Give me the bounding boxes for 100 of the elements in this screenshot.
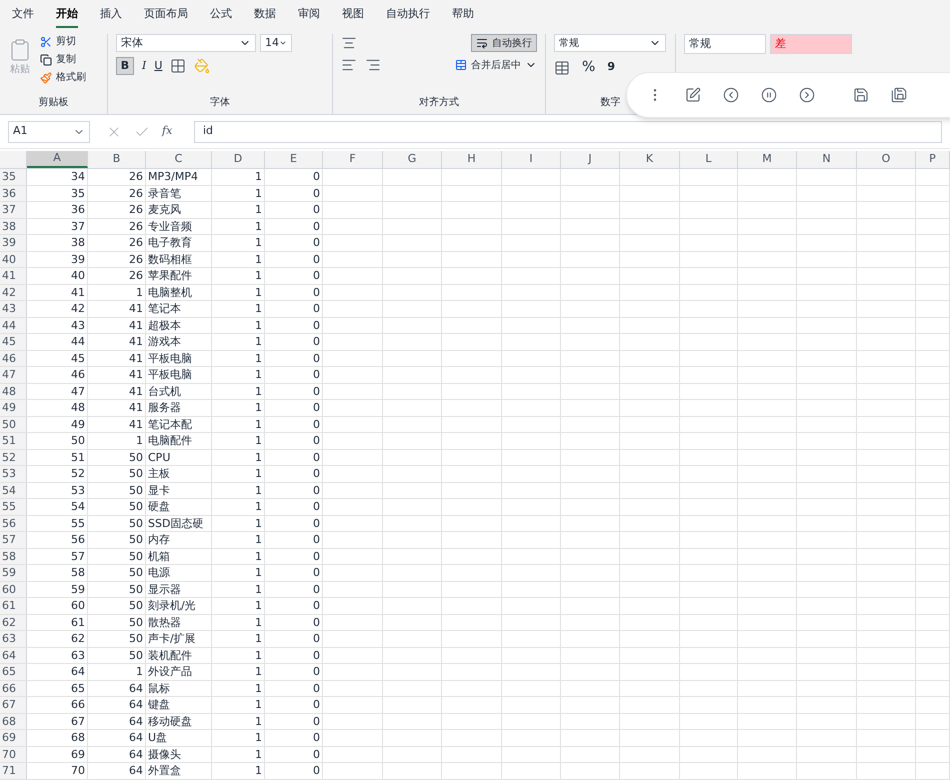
borders-icon[interactable] (170, 58, 186, 74)
number-format-dropdown[interactable]: 常规 (554, 34, 666, 52)
copy-button[interactable]: 复制 (40, 52, 86, 67)
row-header[interactable]: 61 (0, 598, 27, 614)
column-header[interactable]: E (265, 151, 323, 168)
row-header[interactable]: 57 (0, 532, 27, 548)
row-header[interactable]: 59 (0, 565, 27, 580)
align-icon[interactable] (341, 35, 357, 51)
column-header[interactable]: N (797, 151, 857, 168)
row-header[interactable]: 58 (0, 548, 27, 564)
row-header[interactable]: 45 (0, 334, 27, 350)
row-header[interactable]: 36 (0, 186, 27, 201)
row-header[interactable]: 64 (0, 648, 27, 663)
wrap-text-button[interactable]: 自动换行 (471, 34, 537, 52)
name-box[interactable]: A1 (8, 120, 90, 142)
column-header[interactable]: O (857, 151, 916, 168)
table-cell: 0 (313, 318, 320, 333)
row-header[interactable]: 52 (0, 450, 27, 465)
column-header[interactable]: J (561, 151, 620, 168)
column-header[interactable]: G (383, 151, 442, 168)
menu-tab[interactable]: 自动执行 (386, 2, 430, 28)
currency-icon[interactable] (554, 60, 570, 76)
row-header[interactable]: 37 (0, 202, 27, 218)
merge-center-button[interactable]: 合并后居中 (455, 58, 537, 72)
row-header[interactable]: 40 (0, 252, 27, 267)
row-header[interactable]: 68 (0, 714, 27, 729)
bold-button[interactable]: B (116, 57, 134, 75)
row-header[interactable]: 44 (0, 318, 27, 333)
row-header[interactable]: 47 (0, 367, 27, 382)
table-cell: 电脑配件 (148, 433, 192, 448)
percent-button[interactable]: % (582, 57, 596, 78)
table-cell: 64 (129, 730, 143, 746)
fill-color-icon[interactable] (194, 58, 210, 74)
row-header[interactable]: 48 (0, 384, 27, 399)
align-left-icon[interactable] (341, 57, 357, 73)
row-header[interactable]: 46 (0, 350, 27, 366)
table-cell: 41 (129, 367, 143, 382)
pause-icon[interactable] (761, 87, 777, 103)
menu-tab[interactable]: 数据 (254, 2, 276, 28)
row-header[interactable]: 70 (0, 746, 27, 762)
row-header[interactable]: 60 (0, 582, 27, 597)
row-header[interactable]: 49 (0, 400, 27, 416)
row-header[interactable]: 62 (0, 614, 27, 630)
row-header[interactable]: 54 (0, 482, 27, 498)
previous-icon[interactable] (723, 87, 739, 103)
column-header[interactable]: H (442, 151, 502, 168)
row-header[interactable]: 41 (0, 268, 27, 284)
row-header[interactable]: 43 (0, 301, 27, 316)
save-all-icon[interactable] (891, 87, 907, 103)
menu-tab[interactable]: 视图 (342, 2, 364, 28)
menu-tab[interactable]: 帮助 (452, 2, 474, 28)
font-size-dropdown[interactable]: 14 (260, 34, 292, 52)
save-icon[interactable] (853, 87, 869, 103)
row-header[interactable]: 50 (0, 416, 27, 432)
row-header[interactable]: 55 (0, 499, 27, 514)
row-header[interactable]: 53 (0, 466, 27, 482)
row-header[interactable]: 65 (0, 664, 27, 680)
column-header[interactable]: D (212, 151, 265, 168)
row-header[interactable]: 67 (0, 697, 27, 712)
comma-button[interactable]: 9 (607, 59, 615, 76)
menu-tab[interactable]: 开始 (56, 2, 78, 28)
next-icon[interactable] (799, 87, 815, 103)
column-header[interactable]: F (323, 151, 383, 168)
column-header[interactable]: C (146, 151, 212, 168)
row-header[interactable]: 38 (0, 218, 27, 234)
column-header[interactable]: I (502, 151, 561, 168)
format-painter-button[interactable]: 格式刷 (40, 70, 86, 85)
row-header[interactable]: 42 (0, 284, 27, 300)
column-header[interactable]: B (88, 151, 146, 168)
cut-button[interactable]: 剪切 (40, 34, 86, 49)
row-header[interactable]: 66 (0, 680, 27, 696)
function-button[interactable]: fx (162, 123, 172, 140)
table-cell: 服务器 (148, 400, 181, 416)
underline-button[interactable]: U (154, 58, 162, 74)
cell-style[interactable]: 常规 (684, 34, 766, 54)
table-cell: 64 (129, 680, 143, 696)
row-header[interactable]: 71 (0, 763, 27, 778)
column-header[interactable]: L (680, 151, 738, 168)
menu-tab[interactable]: 审阅 (298, 2, 320, 28)
row-header[interactable]: 51 (0, 433, 27, 448)
edit-icon[interactable] (685, 87, 701, 103)
column-header[interactable]: K (620, 151, 680, 168)
menu-tab[interactable]: 公式 (210, 2, 232, 28)
formula-field[interactable]: id (194, 120, 942, 142)
row-header[interactable]: 39 (0, 235, 27, 250)
menu-tab[interactable]: 页面布局 (144, 2, 188, 28)
table-cell: 26 (129, 186, 143, 201)
column-header[interactable]: A (27, 151, 88, 168)
column-header[interactable]: P (916, 151, 950, 168)
column-header[interactable]: M (738, 151, 797, 168)
font-name-dropdown[interactable]: 宋体 (116, 34, 256, 52)
row-header[interactable]: 35 (0, 169, 27, 184)
row-header[interactable]: 63 (0, 631, 27, 646)
align-right-icon[interactable] (365, 57, 381, 73)
row-header[interactable]: 69 (0, 730, 27, 746)
row-header[interactable]: 56 (0, 516, 27, 531)
menu-tab[interactable]: 文件 (12, 2, 34, 28)
menu-tab[interactable]: 插入 (100, 2, 122, 28)
table-cell: 0 (313, 268, 320, 284)
italic-button[interactable]: I (142, 58, 146, 74)
